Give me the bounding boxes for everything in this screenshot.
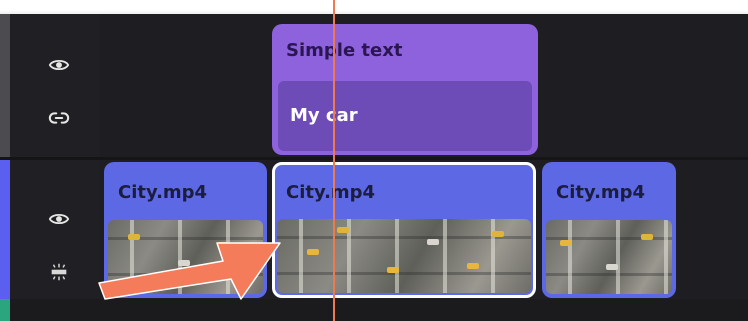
- playhead[interactable]: [333, 0, 335, 321]
- text-track-link-button[interactable]: [44, 104, 74, 132]
- video-track-detach-audio-button[interactable]: [44, 258, 74, 286]
- audio-detach-icon: [51, 263, 67, 281]
- text-clip-content-label: My car: [290, 105, 358, 126]
- video-clip-3[interactable]: City.mp4: [542, 162, 676, 298]
- eye-icon: [48, 213, 70, 225]
- text-clip-content[interactable]: My car: [278, 81, 532, 151]
- track-header-text: [0, 14, 100, 157]
- video-track-visibility-button[interactable]: [44, 205, 74, 233]
- text-clip[interactable]: Simple text My car: [272, 24, 538, 155]
- video-clip-label: City.mp4: [556, 182, 646, 203]
- video-clip-2-selected[interactable]: City.mp4: [272, 162, 536, 298]
- video-thumbnail: [277, 219, 531, 293]
- track-color-indicator: [0, 299, 10, 321]
- eye-icon: [48, 59, 70, 71]
- video-thumbnail: [546, 220, 672, 294]
- link-icon: [48, 112, 70, 124]
- video-clip-label: City.mp4: [286, 182, 376, 203]
- video-clip-label: City.mp4: [118, 182, 208, 203]
- text-track-visibility-button[interactable]: [44, 51, 74, 79]
- track-header-video: [0, 160, 100, 299]
- text-track: Simple text My car: [0, 14, 748, 157]
- track-color-indicator: [0, 160, 10, 299]
- track-color-indicator: [0, 14, 10, 157]
- text-clip-title: Simple text: [286, 40, 403, 61]
- arrow-icon: [98, 242, 281, 300]
